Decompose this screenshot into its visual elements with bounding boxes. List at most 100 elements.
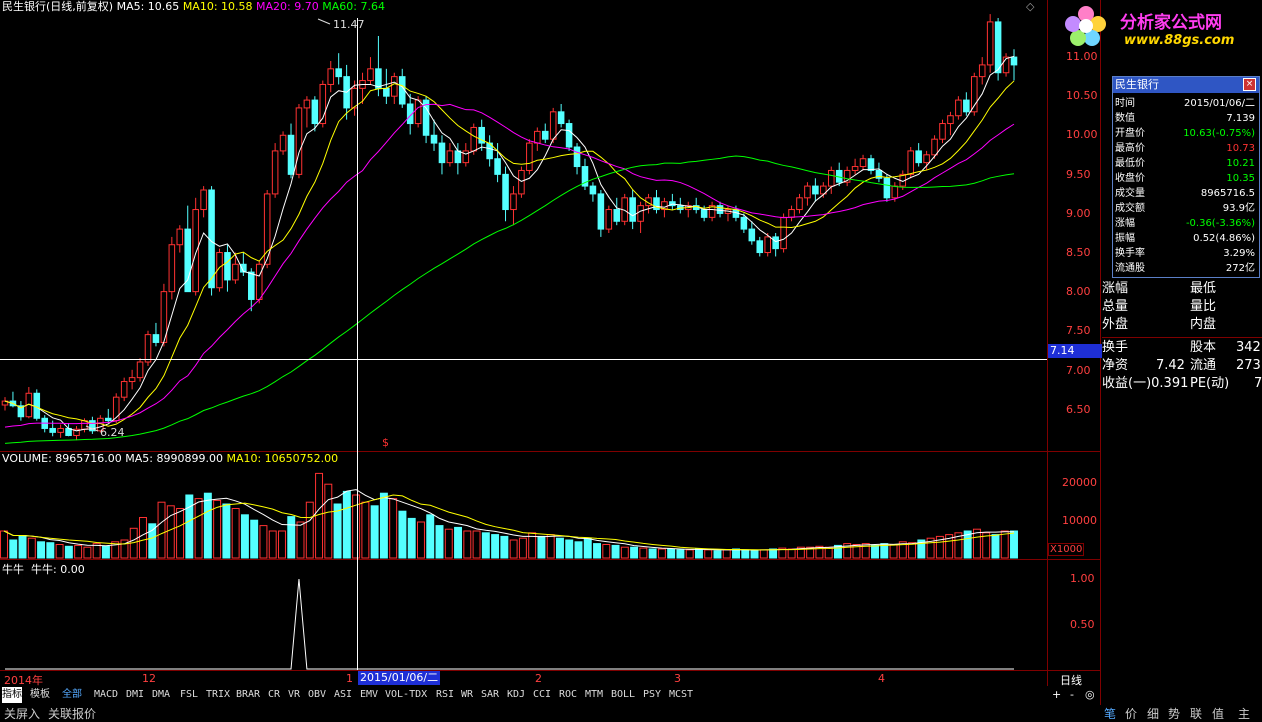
volume-bar: [908, 542, 917, 559]
indicator-tab[interactable]: PSY: [643, 687, 661, 703]
price-axis-label: 9.00: [1066, 206, 1091, 220]
bottom-tab-related-quotes[interactable]: 关联报价: [48, 705, 96, 722]
side-tab[interactable]: 细: [1147, 705, 1159, 722]
indicator-tab[interactable]: BRAR: [236, 687, 260, 703]
popup-row-label: 最低价: [1115, 158, 1145, 169]
candle-body: [176, 228, 184, 246]
indicator-tab[interactable]: SAR: [481, 687, 499, 703]
popup-row-label: 成交额: [1115, 203, 1145, 214]
indicator-tab[interactable]: MCST: [669, 687, 693, 703]
time-label-apr: 4: [878, 672, 885, 685]
candle-body: [327, 68, 335, 85]
side-tab[interactable]: 笔: [1104, 705, 1116, 722]
candle-body: [931, 138, 938, 156]
popup-title-bar[interactable]: 民生银行 ×: [1113, 77, 1259, 93]
volume-bar: [713, 550, 722, 559]
popup-row: 时间 2015/01/06/二: [1115, 96, 1257, 111]
candle-body: [883, 177, 891, 199]
indicator-tab[interactable]: WR: [461, 687, 473, 703]
volume-bar: [732, 548, 740, 559]
indicator-tab[interactable]: MACD: [94, 687, 118, 703]
candle-body: [716, 205, 724, 214]
indicator-tab[interactable]: RSI: [436, 687, 454, 703]
side-tab[interactable]: 主: [1238, 705, 1250, 722]
indicator-axis-05: 0.50: [1070, 618, 1095, 631]
indicator-tab[interactable]: FSL: [180, 687, 198, 703]
close-icon[interactable]: ×: [1243, 78, 1256, 91]
side-tab[interactable]: 价: [1125, 705, 1137, 722]
popup-row-value: 3.29%: [1223, 248, 1255, 259]
volume-axis-10000: 10000: [1062, 514, 1097, 527]
volume-bar: [602, 544, 611, 559]
volume-bar: [222, 503, 231, 559]
low-price-label: 6.24: [100, 426, 125, 439]
candle-body: [859, 158, 867, 168]
candle-body: [430, 134, 438, 144]
indicator-tab[interactable]: 模板: [30, 687, 50, 703]
popup-row: 收盘价 10.35: [1115, 171, 1257, 186]
popup-title: 民生银行: [1115, 78, 1159, 91]
volume-bar: [454, 526, 463, 559]
popup-row-value: 7.139: [1226, 113, 1255, 124]
zoom-in-button[interactable]: +: [1052, 688, 1061, 701]
indicator-tab[interactable]: BOLL: [611, 687, 635, 703]
ma60-value: MA60: 7.64: [322, 0, 385, 13]
volume-bar: [472, 530, 481, 559]
volume-bar: [481, 532, 490, 559]
candle-body: [128, 377, 136, 383]
popup-row: 流通股 272亿: [1115, 261, 1257, 276]
side-tab[interactable]: 势: [1168, 705, 1180, 722]
indicator-tab[interactable]: 指标: [2, 687, 22, 703]
period-label[interactable]: 日线: [1060, 672, 1082, 688]
candle-body: [502, 173, 509, 211]
candle-body: [391, 76, 398, 97]
quote-info-popup[interactable]: 民生银行 × 时间 2015/01/06/二 数值 7.139 开盘价 10.63(-0.…: [1112, 76, 1260, 278]
candle-body: [295, 107, 303, 175]
popup-row-value: 93.9亿: [1222, 203, 1255, 214]
candle-body: [573, 146, 581, 168]
side-label-turnover: 换手: [1102, 340, 1129, 355]
indicator-tab[interactable]: ROC: [559, 687, 577, 703]
indicator-tab[interactable]: TRIX: [206, 687, 230, 703]
indicator-tab[interactable]: DMA: [152, 687, 170, 703]
volume-bar: [379, 492, 388, 559]
side-tab[interactable]: 值: [1212, 705, 1224, 722]
indicator-tab[interactable]: VR: [288, 687, 300, 703]
indicator-tab[interactable]: DMI: [126, 687, 144, 703]
volume-bar: [500, 535, 509, 559]
volume-bar: [148, 523, 157, 559]
indicator-tab[interactable]: EMV: [360, 687, 378, 703]
indicator-tab[interactable]: KDJ: [507, 687, 525, 703]
zoom-out-button[interactable]: -: [1070, 688, 1074, 701]
candle-body: [534, 130, 541, 144]
indicator-tab[interactable]: 全部: [62, 687, 82, 703]
volume-bar: [555, 537, 564, 559]
indicator-tab[interactable]: ASI: [334, 687, 352, 703]
volume-bar: [722, 549, 731, 559]
stock-chart[interactable]: $: [0, 0, 1262, 719]
volume-bar: [676, 549, 685, 559]
volume-bar: [240, 514, 249, 559]
reset-zoom-button[interactable]: ◎: [1085, 688, 1095, 701]
bottom-tab-close-screen[interactable]: 关屏入: [4, 705, 40, 722]
volume-bar: [648, 548, 657, 559]
candle-body: [557, 111, 565, 125]
indicator-tab[interactable]: VOL-TDX: [385, 687, 427, 703]
indicator-tab[interactable]: CR: [268, 687, 280, 703]
candle-body: [978, 64, 986, 78]
volume-bar: [342, 490, 351, 559]
indicator-tab[interactable]: MTM: [585, 687, 603, 703]
side-tab[interactable]: 联: [1190, 705, 1202, 722]
candle-body: [772, 236, 779, 250]
volume-bar: [426, 514, 435, 559]
time-label-dec: 12: [142, 672, 156, 685]
volume-bar: [0, 530, 8, 559]
popup-row-value: 10.63(-0.75%): [1183, 128, 1255, 139]
indicator-series-line: [5, 578, 1014, 670]
popup-row-label: 流通股: [1115, 263, 1145, 274]
indicator-tab[interactable]: OBV: [308, 687, 326, 703]
indicator-tab[interactable]: CCI: [533, 687, 551, 703]
price-axis-label: 10.50: [1066, 89, 1098, 103]
volume-bar: [55, 544, 64, 559]
volume-bar: [278, 530, 286, 559]
